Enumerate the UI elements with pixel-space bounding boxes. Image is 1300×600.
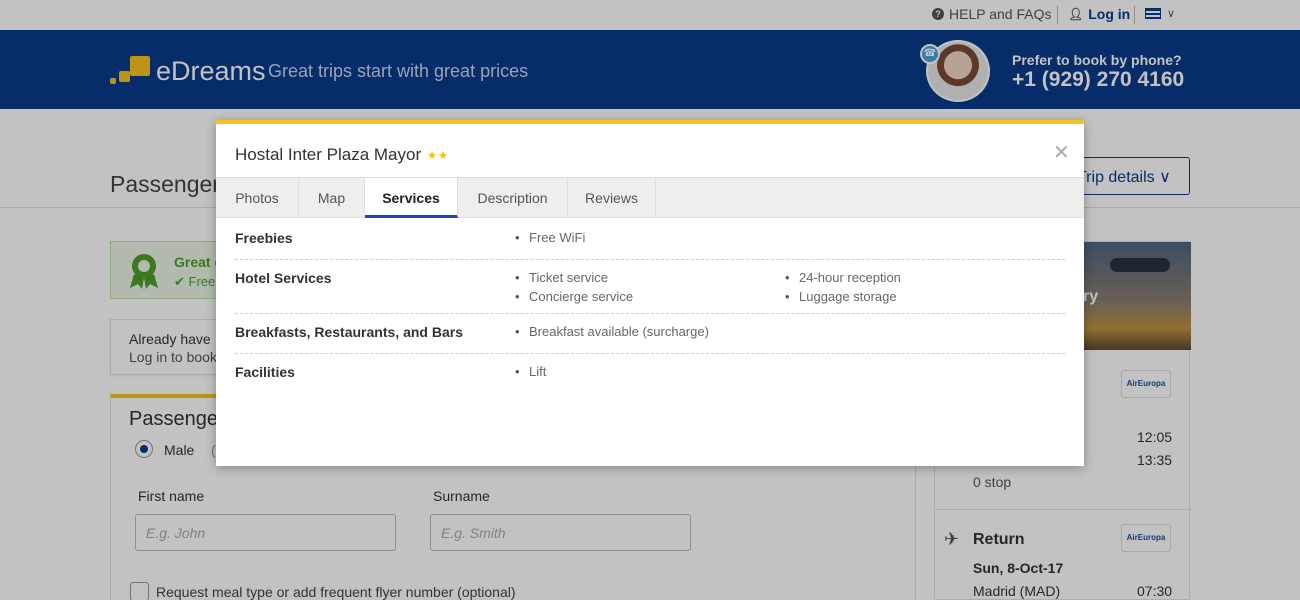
- service-category: Hotel Services: [235, 270, 332, 286]
- tab-reviews[interactable]: Reviews: [568, 178, 656, 218]
- service-item: Concierge service: [515, 289, 785, 304]
- service-row: Freebies Free WiFi: [235, 220, 1065, 260]
- hotel-name: Hostal Inter Plaza Mayor: [235, 145, 422, 164]
- tab-services[interactable]: Services: [365, 178, 458, 218]
- close-icon[interactable]: ✕: [1053, 140, 1070, 165]
- service-item: Luggage storage: [785, 289, 1055, 304]
- service-row: Breakfasts, Restaurants, and Bars Breakf…: [235, 314, 1065, 354]
- service-items: Ticket service 24-hour reception Concier…: [515, 268, 1065, 304]
- service-category: Freebies: [235, 230, 293, 246]
- service-item: Ticket service: [515, 270, 785, 285]
- tab-description[interactable]: Description: [458, 178, 568, 218]
- services-table: Freebies Free WiFi Hotel Services Ticket…: [235, 220, 1065, 394]
- star-rating-icon: ★★: [427, 149, 449, 162]
- hotel-title: Hostal Inter Plaza Mayor ★★: [235, 145, 449, 165]
- modal-tabs: Photos Map Services Description Reviews: [216, 177, 1084, 218]
- service-item: Free WiFi: [515, 230, 785, 245]
- service-category: Facilities: [235, 364, 295, 380]
- service-row: Hotel Services Ticket service 24-hour re…: [235, 260, 1065, 314]
- service-category: Breakfasts, Restaurants, and Bars: [235, 324, 463, 340]
- service-item: Lift: [515, 364, 785, 379]
- service-item: Breakfast available (surcharge): [515, 324, 785, 339]
- tab-map[interactable]: Map: [299, 178, 365, 218]
- tab-photos[interactable]: Photos: [216, 178, 299, 218]
- service-row: Facilities Lift: [235, 354, 1065, 394]
- service-item: 24-hour reception: [785, 270, 1055, 285]
- service-items: Breakfast available (surcharge): [515, 322, 1065, 339]
- service-items: Lift: [515, 362, 1065, 379]
- service-items: Free WiFi: [515, 228, 1065, 245]
- hotel-details-modal: Hostal Inter Plaza Mayor ★★ ✕ Photos Map…: [216, 120, 1084, 466]
